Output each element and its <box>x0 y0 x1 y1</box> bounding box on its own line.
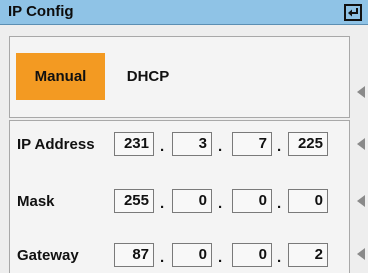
title-bar: IP Config <box>0 0 368 25</box>
mask-octet-2[interactable]: 0 <box>172 189 212 213</box>
ip-dot-1: . <box>160 138 165 155</box>
gateway-octet-3[interactable]: 0 <box>232 243 272 267</box>
ip-dot-2: . <box>218 138 223 155</box>
chevron-left-icon[interactable] <box>356 86 366 98</box>
ip-octet-2[interactable]: 3 <box>172 132 212 156</box>
mask-dot-1: . <box>160 195 165 212</box>
mask-label: Mask <box>17 193 55 210</box>
dhcp-button[interactable]: DHCP <box>113 53 183 100</box>
manual-button[interactable]: Manual <box>16 53 105 100</box>
ip-octet-4[interactable]: 225 <box>288 132 328 156</box>
mask-octet-3[interactable]: 0 <box>232 189 272 213</box>
gateway-octet-4[interactable]: 2 <box>288 243 328 267</box>
ip-address-label: IP Address <box>17 136 95 153</box>
mask-dot-3: . <box>277 195 282 212</box>
enter-button[interactable] <box>344 4 362 21</box>
ip-octet-1[interactable]: 231 <box>114 132 154 156</box>
gateway-dot-3: . <box>277 249 282 266</box>
ip-octet-3[interactable]: 7 <box>232 132 272 156</box>
chevron-left-icon[interactable] <box>356 195 366 207</box>
gateway-octet-1[interactable]: 87 <box>114 243 154 267</box>
mask-octet-4[interactable]: 0 <box>288 189 328 213</box>
chevron-left-icon[interactable] <box>356 248 366 260</box>
gateway-dot-1: . <box>160 249 165 266</box>
chevron-left-icon[interactable] <box>356 138 366 150</box>
gateway-dot-2: . <box>218 249 223 266</box>
gateway-octet-2[interactable]: 0 <box>172 243 212 267</box>
window-title: IP Config <box>8 3 74 20</box>
ip-dot-3: . <box>277 138 282 155</box>
enter-icon <box>348 8 358 17</box>
mask-octet-1[interactable]: 255 <box>114 189 154 213</box>
mask-dot-2: . <box>218 195 223 212</box>
gateway-label: Gateway <box>17 247 79 264</box>
